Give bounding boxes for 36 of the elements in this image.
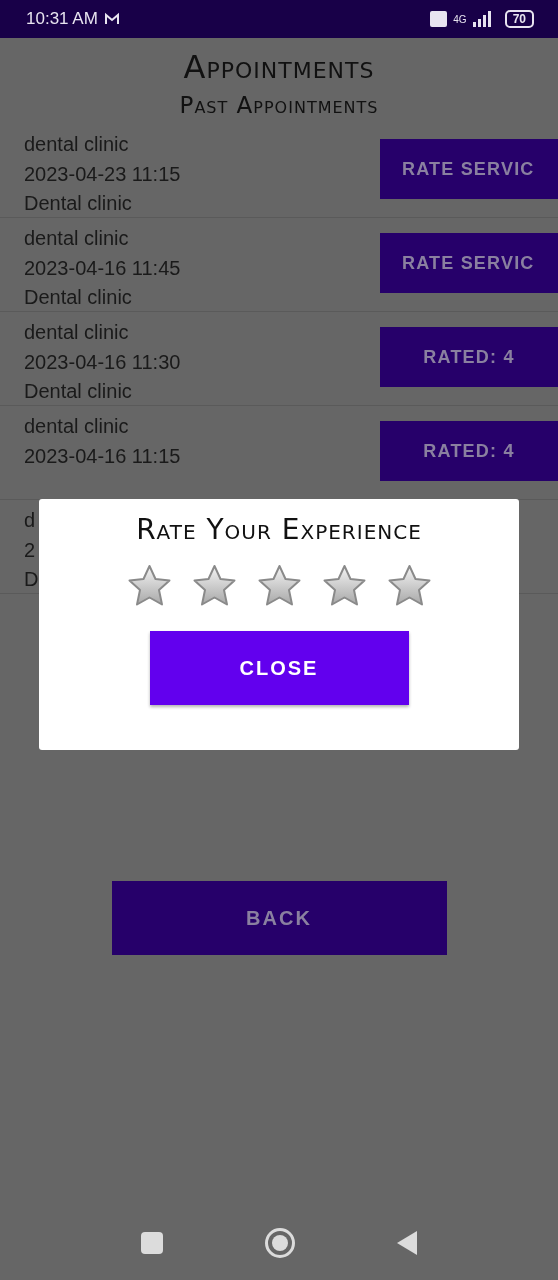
status-time: 10:31 AM [26, 9, 98, 29]
rate-button[interactable]: RATED: 4 [380, 327, 558, 387]
star-icon[interactable] [256, 564, 302, 607]
appointment-text: 2 [24, 537, 37, 563]
star-icon[interactable] [386, 564, 432, 607]
rate-button[interactable]: RATED: 4 [380, 421, 558, 481]
network-label: 4G [453, 14, 467, 25]
appointment-text: 2023-04-23 11:15 [24, 161, 181, 187]
back-nav-icon[interactable] [396, 1230, 418, 1256]
home-icon[interactable] [264, 1227, 296, 1259]
close-button[interactable]: CLOSE [149, 631, 409, 705]
rate-button[interactable]: RATE SERVIC [380, 139, 558, 199]
mail-icon [103, 12, 120, 26]
recents-icon[interactable] [140, 1231, 164, 1255]
appointment-text: 2023-04-16 11:45 [24, 255, 181, 281]
appointment-text: 2023-04-16 11:30 [24, 349, 181, 375]
back-button[interactable]: BACK [111, 881, 447, 955]
dialog-title: Rate Your Experience [136, 513, 422, 546]
battery-indicator: 70 [504, 10, 534, 28]
appointment-text: Dental clinic [24, 191, 133, 216]
appointment-text: D [24, 567, 39, 592]
appointment-text: 2023-04-16 11:15 [24, 443, 181, 469]
appointment-text: dental clinic [24, 226, 130, 251]
appointment-text: dental clinic [24, 414, 130, 439]
signal-icon [472, 11, 493, 27]
appointment-text: d [24, 508, 37, 533]
appointment-text: dental clinic [24, 320, 130, 345]
star-icon[interactable] [321, 564, 367, 607]
page-title: Appointments [182, 48, 376, 86]
appointment-text: Dental clinic [24, 379, 133, 404]
section-subtitle: Past Appointments [178, 92, 380, 118]
star-icon[interactable] [191, 564, 237, 607]
appointment-text: Dental clinic [24, 285, 133, 310]
rate-button[interactable]: RATE SERVIC [380, 233, 558, 293]
star-icon[interactable] [126, 564, 172, 607]
appointment-text: dental clinic [24, 132, 130, 157]
